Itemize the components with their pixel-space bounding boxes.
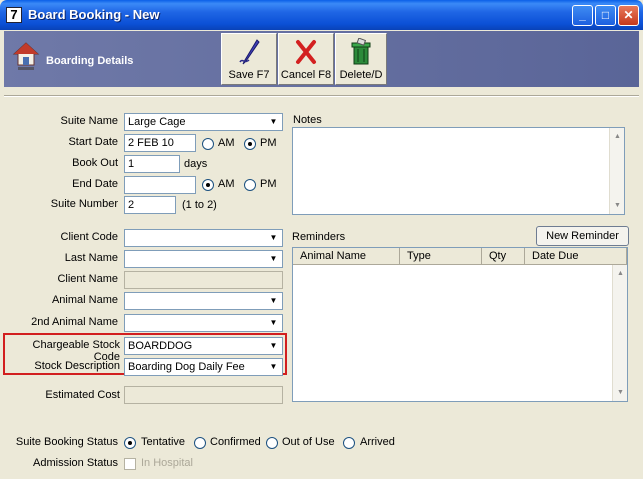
end-pm-radio[interactable] (244, 179, 256, 191)
last-name-label: Last Name (64, 252, 118, 264)
house-icon (12, 42, 40, 70)
book-out-value: 1 (128, 158, 135, 170)
save-button[interactable]: Save F7 (221, 33, 277, 85)
suite-booking-status-label: Suite Booking Status (15, 436, 118, 448)
in-hospital-checkbox[interactable] (124, 458, 136, 470)
notes-label: Notes (293, 114, 322, 126)
stock-description-value: Boarding Dog Daily Fee (128, 361, 245, 373)
trash-icon (351, 38, 371, 65)
end-am-label: AM (218, 178, 235, 190)
notes-scrollbar[interactable]: ▲ ▼ (609, 128, 624, 214)
suite-name-value: Large Cage (128, 116, 186, 128)
chevron-down-icon[interactable]: ▼ (266, 231, 281, 245)
suite-name-combo[interactable]: Large Cage ▼ (124, 113, 283, 131)
start-am-label: AM (218, 137, 235, 149)
title-bar[interactable]: 7 Board Booking - New _ □ ✕ (0, 0, 643, 30)
reminders-scrollbar[interactable]: ▲ ▼ (612, 265, 627, 401)
start-am-radio[interactable] (202, 138, 214, 150)
status-out-of-use-label: Out of Use (282, 436, 335, 448)
suite-number-field[interactable]: 2 (124, 196, 176, 214)
chargeable-stock-code-value: BOARDDOG (128, 340, 193, 352)
suite-number-label: Suite Number (50, 198, 118, 210)
status-confirmed-radio[interactable] (194, 437, 206, 449)
window-title: Board Booking - New (28, 7, 160, 22)
delete-button[interactable]: Delete/D (335, 33, 387, 85)
client-name-field (124, 271, 283, 289)
chargeable-stock-code-combo[interactable]: BOARDDOG ▼ (124, 337, 283, 355)
close-button[interactable]: ✕ (618, 5, 639, 26)
scroll-up-icon[interactable]: ▲ (610, 130, 625, 143)
header-bar: Boarding Details Save F7 Cancel F8 Delet… (4, 31, 639, 87)
chevron-down-icon[interactable]: ▼ (266, 115, 281, 129)
status-arrived-label: Arrived (360, 436, 395, 448)
status-arrived-radio[interactable] (343, 437, 355, 449)
end-date-field[interactable] (124, 176, 196, 194)
status-confirmed-label: Confirmed (210, 436, 261, 448)
reminders-grid[interactable]: Animal Name Type Qty Date Due ▲ ▼ (292, 247, 628, 402)
book-out-field[interactable]: 1 (124, 155, 180, 173)
second-animal-name-label: 2nd Animal Name (31, 316, 118, 328)
chevron-down-icon[interactable]: ▼ (266, 252, 281, 266)
estimated-cost-label: Estimated Cost (45, 389, 120, 401)
minimize-button[interactable]: _ (572, 5, 593, 26)
chevron-down-icon[interactable]: ▼ (266, 339, 281, 353)
save-label: Save F7 (228, 69, 270, 81)
suite-name-label: Suite Name (60, 115, 118, 127)
second-animal-name-combo[interactable]: ▼ (124, 314, 283, 332)
start-pm-radio[interactable] (244, 138, 256, 150)
start-date-field[interactable]: 2 FEB 10 (124, 134, 196, 152)
end-date-label: End Date (72, 178, 118, 190)
client-code-combo[interactable]: ▼ (124, 229, 283, 247)
notes-textarea[interactable]: ▲ ▼ (292, 127, 625, 215)
start-pm-label: PM (260, 137, 277, 149)
client-name-label: Client Name (57, 273, 118, 285)
book-out-unit: days (184, 158, 208, 170)
in-hospital-label: In Hospital (141, 457, 193, 469)
cross-icon (296, 40, 316, 64)
estimated-cost-field (124, 386, 283, 404)
book-out-label: Book Out (72, 157, 118, 169)
chevron-down-icon[interactable]: ▼ (266, 294, 281, 308)
separator (4, 95, 639, 97)
start-date-value: 2 FEB 10 (128, 137, 174, 149)
cancel-button[interactable]: Cancel F8 (278, 33, 334, 85)
new-reminder-button[interactable]: New Reminder (536, 226, 629, 246)
cancel-label: Cancel F8 (280, 69, 332, 81)
animal-name-combo[interactable]: ▼ (124, 292, 283, 310)
end-am-radio[interactable] (202, 179, 214, 191)
delete-label: Delete/D (339, 69, 383, 81)
scroll-down-icon[interactable]: ▼ (613, 386, 628, 399)
status-tentative-radio[interactable] (124, 437, 136, 449)
chevron-down-icon[interactable]: ▼ (266, 316, 281, 330)
scroll-down-icon[interactable]: ▼ (610, 199, 625, 212)
client-code-label: Client Code (60, 231, 118, 243)
admission-status-label: Admission Status (33, 457, 118, 469)
stock-description-label: Stock Description (34, 360, 120, 372)
chevron-down-icon[interactable]: ▼ (266, 360, 281, 374)
pen-icon (239, 39, 260, 65)
end-pm-label: PM (260, 178, 277, 190)
section-title: Boarding Details (46, 55, 134, 67)
reminders-label: Reminders (292, 231, 346, 243)
column-type[interactable]: Type (400, 248, 482, 265)
start-date-label: Start Date (68, 136, 118, 148)
animal-name-label: Animal Name (51, 294, 118, 306)
column-animal-name[interactable]: Animal Name (293, 248, 400, 265)
column-date-due[interactable]: Date Due (525, 248, 627, 265)
suite-number-value: 2 (128, 199, 135, 211)
stock-description-combo[interactable]: Boarding Dog Daily Fee ▼ (124, 358, 283, 376)
scroll-up-icon[interactable]: ▲ (613, 267, 628, 280)
suite-number-range: (1 to 2) (182, 199, 217, 211)
maximize-button[interactable]: □ (595, 5, 616, 26)
column-qty[interactable]: Qty (482, 248, 525, 265)
last-name-combo[interactable]: ▼ (124, 250, 283, 268)
status-tentative-label: Tentative (141, 436, 186, 448)
status-out-of-use-radio[interactable] (266, 437, 278, 449)
app-icon: 7 (6, 7, 22, 23)
